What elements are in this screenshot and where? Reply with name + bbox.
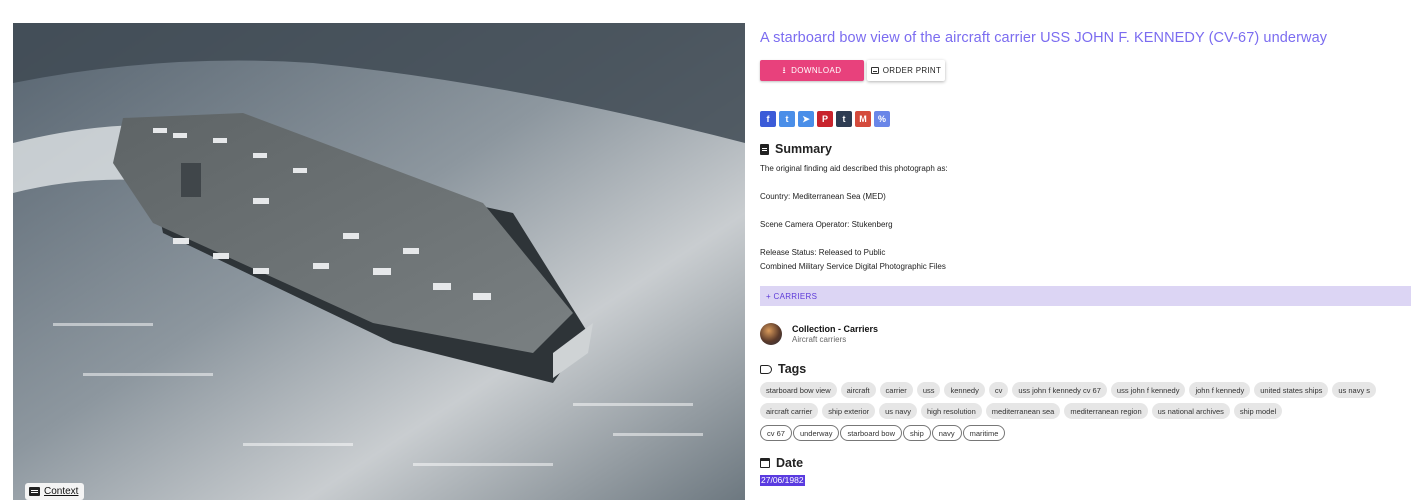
link-icon[interactable]: % <box>874 111 890 127</box>
gmail-icon[interactable]: M <box>855 111 871 127</box>
collection-avatar <box>760 323 782 345</box>
summary-line: The original finding aid described this … <box>760 164 948 173</box>
telegram-icon[interactable]: ➤ <box>798 111 814 127</box>
tag-chip[interactable]: us national archives <box>1151 403 1230 419</box>
tag-chip[interactable]: us navy s <box>1332 382 1377 398</box>
tags-row: aircraft carrier ship exterior us navy high… <box>760 403 1283 419</box>
tags-heading: Tags <box>760 362 806 376</box>
tag-chip[interactable]: united states ships <box>1254 382 1329 398</box>
tag-chip[interactable]: maritime <box>962 425 1006 441</box>
tag-chip[interactable]: cv 67 <box>760 425 792 441</box>
tags-row: starboard bow view aircraft carrier uss kenn… <box>760 382 1377 398</box>
tag-chip[interactable]: uss john f kennedy <box>1110 382 1186 398</box>
tag-chip[interactable]: ship exterior <box>822 403 876 419</box>
tumblr-icon[interactable]: t <box>836 111 852 127</box>
document-icon <box>760 143 769 155</box>
summary-heading: Summary <box>760 142 832 156</box>
tag-chip[interactable]: john f kennedy <box>1189 382 1251 398</box>
summary-line: Combined Military Service Digital Photog… <box>760 262 946 271</box>
summary-heading-label: Summary <box>775 142 832 156</box>
tag-chip[interactable]: navy <box>931 425 962 441</box>
order-print-label: ORDER PRINT <box>882 66 942 75</box>
date-heading: Date <box>760 456 803 470</box>
tags-heading-label: Tags <box>778 362 807 376</box>
calendar-icon <box>760 458 770 468</box>
photo-viewer[interactable]: Context <box>13 23 745 500</box>
summary-line: Release Status: Released to Public <box>760 248 886 257</box>
order-print-button[interactable]: ORDER PRINT <box>867 60 945 81</box>
tag-chip[interactable]: mediterranean region <box>1064 403 1148 419</box>
tag-chip[interactable]: kennedy <box>944 382 985 398</box>
tag-chip[interactable]: aircraft <box>840 382 876 398</box>
tag-chip[interactable]: mediterranean sea <box>985 403 1061 419</box>
share-buttons: f t ➤ Pt M% <box>760 111 890 127</box>
context-button[interactable]: Context <box>25 483 85 500</box>
carrier-photo <box>13 23 745 500</box>
twitter-icon[interactable]: t <box>779 111 795 127</box>
tag-chip[interactable]: cv <box>988 382 1009 398</box>
collection-subtitle: Aircraft carriers <box>792 335 847 344</box>
summary-line: Country: Mediterranean Sea (MED) <box>760 192 886 201</box>
download-label: DOWNLOAD <box>791 66 842 75</box>
facebook-icon[interactable]: f <box>760 111 776 127</box>
date-heading-label: Date <box>776 456 804 470</box>
date-value: 27/06/1982 <box>760 475 805 486</box>
details-panel: A starboard bow view of the aircraft car… <box>760 0 1411 500</box>
tag-chip[interactable]: starboard bow view <box>760 382 837 398</box>
pinterest-icon[interactable]: P <box>817 111 833 127</box>
tag-chip[interactable]: ship model <box>1233 403 1283 419</box>
collection-link[interactable]: Collection - Carriers Aircraft carriers <box>760 323 878 345</box>
comment-icon <box>29 487 40 496</box>
tag-chip[interactable]: aircraft carrier <box>760 403 819 419</box>
tag-chip[interactable]: uss john f kennedy cv 67 <box>1012 382 1107 398</box>
tag-chip[interactable]: ship <box>903 425 931 441</box>
carriers-expand-bar[interactable]: + CARRIERS <box>760 286 1411 306</box>
download-button[interactable]: ⭳ DOWNLOAD <box>760 60 864 81</box>
download-icon: ⭳ <box>782 64 787 75</box>
tag-chip[interactable]: high resolution <box>920 403 982 419</box>
print-icon <box>870 67 879 74</box>
tags-row: cv 67 underway starboard bow ship navy mariti… <box>760 425 1006 441</box>
context-label: Context <box>44 486 79 497</box>
tag-chip[interactable]: carrier <box>879 382 913 398</box>
summary-line: Scene Camera Operator: Stukenberg <box>760 220 893 229</box>
tag-icon <box>760 364 772 374</box>
page-title: A starboard bow view of the aircraft car… <box>760 30 1328 46</box>
tag-chip[interactable]: us navy <box>879 403 917 419</box>
tag-chip[interactable]: starboard bow <box>840 425 902 441</box>
tag-chip[interactable]: underway <box>792 425 840 441</box>
collection-title: Collection - Carriers <box>792 324 879 334</box>
tag-chip[interactable]: uss <box>916 382 941 398</box>
